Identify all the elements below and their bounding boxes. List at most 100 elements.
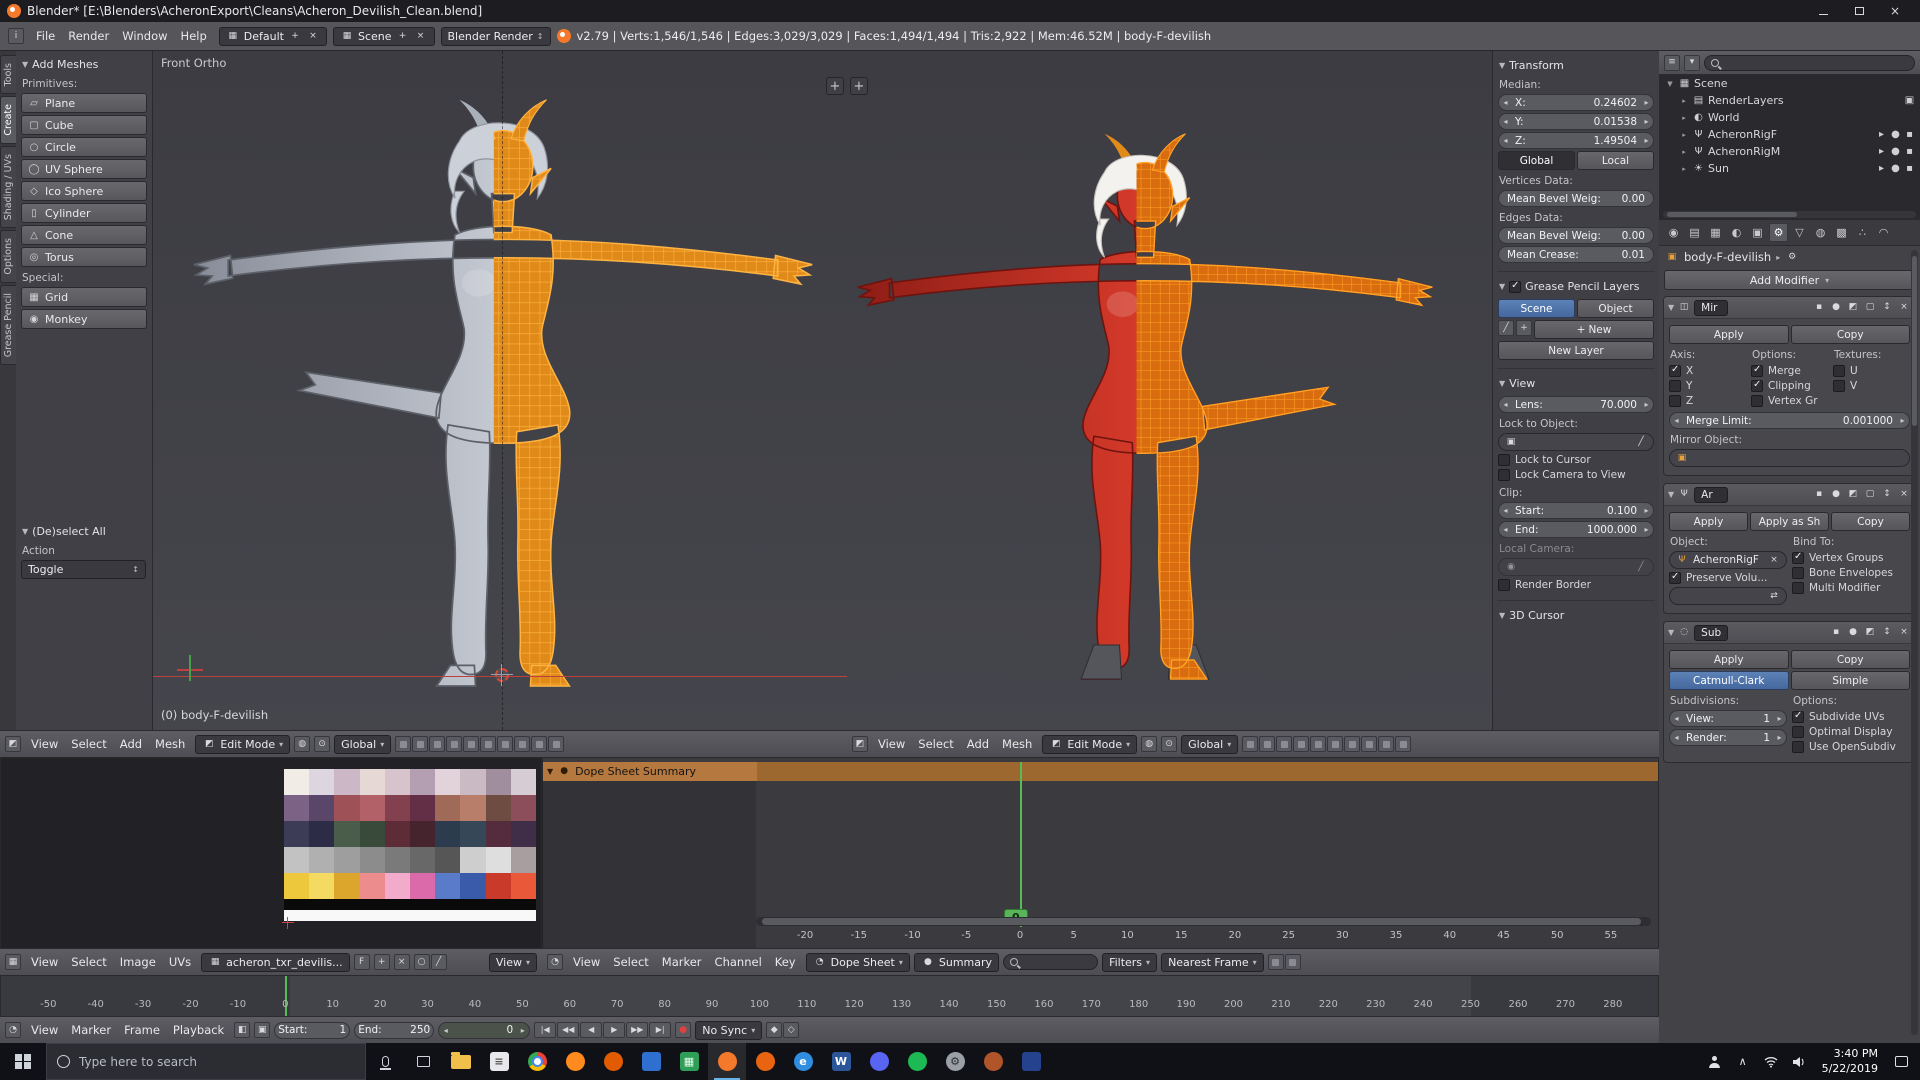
global-button[interactable]: Global bbox=[1498, 151, 1575, 170]
tool-tab-options[interactable]: Options bbox=[0, 230, 16, 283]
tab-modifiers-icon[interactable]: ⚙ bbox=[1769, 223, 1788, 242]
unlink-image-icon[interactable]: × bbox=[393, 954, 410, 970]
restrict-render-icon[interactable]: ▪ bbox=[1903, 128, 1916, 141]
jump-to-start-button[interactable]: |◀ bbox=[534, 1022, 557, 1038]
wifi-icon[interactable] bbox=[1758, 1043, 1784, 1080]
paste-keyframes-icon[interactable] bbox=[1284, 954, 1301, 970]
texture-v-checkbox[interactable] bbox=[1833, 380, 1845, 392]
lock-camera-checkbox[interactable] bbox=[1498, 469, 1510, 481]
armature-icon[interactable]: Ψ bbox=[1692, 128, 1705, 141]
restrict-view-icon[interactable]: ● bbox=[1889, 145, 1902, 158]
subdivisions-render-field[interactable]: ◂ Render: 1 ▸ bbox=[1669, 729, 1787, 746]
merge-checkbox[interactable] bbox=[1751, 365, 1763, 377]
fake-user-button[interactable]: F bbox=[353, 954, 370, 970]
frame-end-field[interactable]: End: 250 bbox=[354, 1021, 435, 1039]
app-gimp[interactable] bbox=[974, 1043, 1012, 1080]
model-left[interactable] bbox=[153, 86, 847, 730]
tray-expand-icon[interactable]: ∧ bbox=[1730, 1043, 1756, 1080]
task-view-button[interactable] bbox=[404, 1043, 442, 1080]
vertex-bevel-weight-slider[interactable]: Mean Bevel Weig: 0.00 bbox=[1498, 190, 1654, 207]
tool-tab-tools[interactable]: Tools bbox=[0, 55, 16, 95]
tl-menu-marker[interactable]: Marker bbox=[65, 1023, 117, 1037]
delete-modifier-icon[interactable]: × bbox=[1897, 301, 1911, 315]
toggle-eye-icon[interactable]: ● bbox=[1846, 626, 1860, 640]
mean-crease-slider[interactable]: Mean Crease: 0.01 bbox=[1498, 246, 1654, 263]
editor-type-image-icon[interactable]: ▦ bbox=[5, 954, 21, 970]
volume-icon[interactable] bbox=[1786, 1043, 1812, 1080]
pivot-point-icon[interactable]: ⊙ bbox=[314, 736, 331, 752]
snap-mode-dropdown[interactable]: Nearest Frame ▾ bbox=[1161, 952, 1264, 972]
render-engine-dropdown[interactable]: Blender Render ↕ bbox=[440, 26, 551, 46]
next-keyframe-button[interactable]: ▶▶ bbox=[626, 1022, 649, 1038]
viewport-left-canvas[interactable]: Front Ortho + (0) body-F-devilish bbox=[153, 51, 847, 730]
pivot-point-icon[interactable]: ⊙ bbox=[1161, 736, 1178, 752]
apply-button[interactable]: Apply bbox=[1669, 650, 1789, 669]
toggle-edit-icon[interactable]: ◩ bbox=[1846, 301, 1860, 315]
gp-add-icon[interactable]: + bbox=[1516, 320, 1532, 336]
new-layer-button[interactable]: New Layer bbox=[1498, 341, 1654, 360]
scene-selector[interactable]: ▦ Scene + × bbox=[332, 26, 435, 46]
app-firefox[interactable] bbox=[556, 1043, 594, 1080]
toggle-edit-icon[interactable]: ◩ bbox=[1846, 488, 1860, 502]
current-frame-field[interactable]: ◂ 0 ▸ bbox=[438, 1021, 531, 1039]
info-menu-help[interactable]: Help bbox=[175, 29, 213, 43]
manipulator-axes-icon[interactable] bbox=[446, 736, 463, 752]
local-camera-field[interactable]: ◉ ╱ bbox=[1498, 558, 1654, 576]
optimal-display-checkbox[interactable] bbox=[1792, 726, 1804, 738]
median-z-field[interactable]: ◂ Z: 1.49504 ▸ bbox=[1498, 132, 1654, 149]
world-icon[interactable]: ◐ bbox=[1692, 111, 1705, 124]
vertex-groups-checkbox[interactable] bbox=[1751, 395, 1763, 407]
render-border-row[interactable]: Render Border bbox=[1498, 579, 1654, 591]
autokey-icon[interactable]: ◆ bbox=[766, 1022, 783, 1038]
modifier-mirror-header[interactable]: ▼ ◫ Mir ▪ ● ◩ ▢ ↕ × bbox=[1664, 297, 1915, 319]
vpl-menu-add[interactable]: Add bbox=[114, 737, 148, 751]
grease-pencil-data-icon[interactable]: ╱ bbox=[1498, 320, 1514, 336]
manipulator-rotate-icon[interactable] bbox=[412, 736, 429, 752]
snap-magnet-icon[interactable] bbox=[1310, 736, 1327, 752]
add-plane-button[interactable]: ▱ Plane bbox=[21, 93, 147, 113]
add-grid-button[interactable]: ▦ Grid bbox=[21, 287, 147, 307]
filters-dropdown[interactable]: Filters ▾ bbox=[1102, 952, 1158, 972]
editor-type-outliner-icon[interactable]: ≡ bbox=[1664, 54, 1680, 71]
vpr-menu-add[interactable]: Add bbox=[961, 737, 995, 751]
viewport-right-canvas[interactable]: + bbox=[847, 51, 1492, 730]
prev-keyframe-button[interactable]: ◀◀ bbox=[557, 1022, 580, 1038]
modifier-name-field[interactable]: Ar bbox=[1694, 486, 1729, 503]
apply-button[interactable]: Apply bbox=[1669, 512, 1748, 531]
eyedropper-icon[interactable]: ╱ bbox=[1634, 435, 1648, 449]
current-frame-line[interactable] bbox=[1020, 762, 1022, 927]
opengl-render-anim-icon[interactable] bbox=[1395, 736, 1412, 752]
editor-type-timeline-icon[interactable]: ◔ bbox=[5, 1022, 21, 1038]
mode-dropdown[interactable]: ◩ Edit Mode ▾ bbox=[1042, 734, 1138, 754]
app-photos[interactable] bbox=[632, 1043, 670, 1080]
copy-button[interactable]: Copy bbox=[1790, 650, 1910, 669]
time-lock-icon[interactable]: ▣ bbox=[254, 1022, 271, 1038]
dope-scrollbar[interactable] bbox=[756, 917, 1651, 926]
modifier-name-field[interactable]: Mir bbox=[1694, 299, 1729, 316]
maximize-button[interactable] bbox=[1841, 0, 1877, 22]
bone-envelopes-checkbox[interactable] bbox=[1792, 567, 1804, 579]
snap-element-icon[interactable] bbox=[1327, 736, 1344, 752]
clipping-checkbox[interactable] bbox=[1751, 380, 1763, 392]
vertex-groups-bind-checkbox[interactable] bbox=[1792, 552, 1804, 564]
delete-layout-icon[interactable]: × bbox=[306, 29, 320, 43]
axis-y-checkbox[interactable] bbox=[1669, 380, 1681, 392]
snap-element-icon[interactable] bbox=[480, 736, 497, 752]
dope-menu-channel[interactable]: Channel bbox=[709, 955, 768, 969]
outliner-item-acheronrigf[interactable]: ▸ Ψ AcheronRigF ▸ ● ▪ bbox=[1659, 126, 1920, 143]
keying-set-icon[interactable]: ◇ bbox=[783, 1022, 800, 1038]
render-layers-icon[interactable]: ▤ bbox=[1692, 94, 1705, 107]
edge-bevel-weight-slider[interactable]: Mean Bevel Weig: 0.00 bbox=[1498, 227, 1654, 244]
uv-menu-view[interactable]: View bbox=[25, 955, 64, 969]
panel-view[interactable]: ▼ View bbox=[1498, 373, 1654, 394]
modifier-name-field[interactable]: Sub bbox=[1694, 624, 1729, 641]
image-datablock-field[interactable]: ▦ acheron_txr_devilis... bbox=[201, 952, 350, 972]
add-monkey-button[interactable]: ◉ Monkey bbox=[21, 309, 147, 329]
mirror-object-field[interactable]: ▣ bbox=[1669, 449, 1910, 467]
preview-range-icon[interactable]: ◧ bbox=[234, 1022, 251, 1038]
subdivisions-view-field[interactable]: ◂ View: 1 ▸ bbox=[1669, 710, 1787, 727]
move-modifier-icon[interactable]: ↕ bbox=[1880, 488, 1894, 502]
vpl-menu-select[interactable]: Select bbox=[65, 737, 112, 751]
lock-camera-row[interactable]: Lock Camera to View bbox=[1498, 469, 1654, 481]
frame-start-field[interactable]: Start: 1 bbox=[274, 1021, 351, 1039]
